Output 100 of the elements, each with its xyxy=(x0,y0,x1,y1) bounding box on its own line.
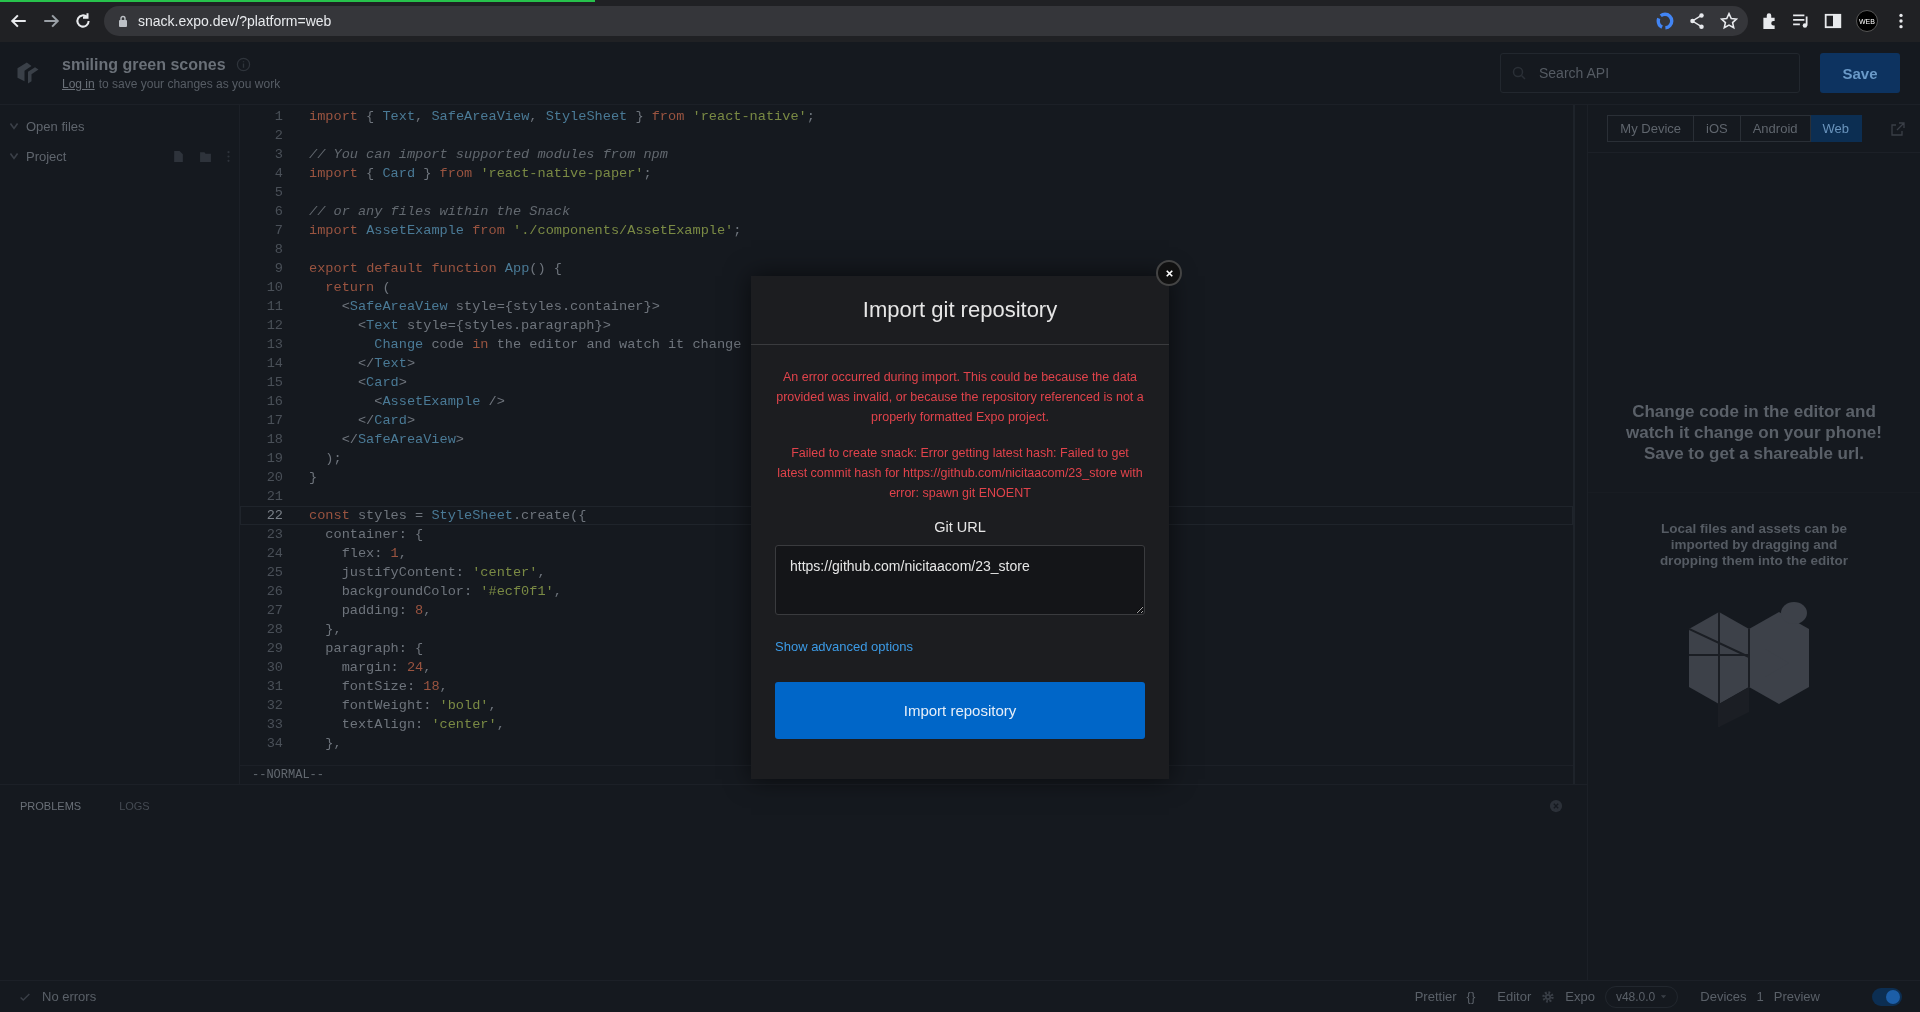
back-icon[interactable] xyxy=(10,12,28,30)
save-button[interactable]: Save xyxy=(1820,53,1900,93)
url-field[interactable]: https://github.com/nicitaacom/23_store xyxy=(775,545,1145,615)
line-number: 28 xyxy=(265,622,283,637)
line-number: 21 xyxy=(265,489,283,504)
code-line: <SafeAreaView style={styles.container}> xyxy=(340,299,660,314)
line-number: 1 xyxy=(273,109,283,124)
preview-label[interactable]: Preview xyxy=(1773,989,1820,1004)
code-line: import AssetExample from './components/AssetExample'; xyxy=(309,223,742,238)
device-tab[interactable]: iOS xyxy=(1694,115,1741,142)
search-icon xyxy=(1511,65,1527,81)
preview-toggle[interactable] xyxy=(1872,987,1902,1006)
forward-icon[interactable] xyxy=(42,12,60,30)
preview-message: Change code in the editor and watch it change on your phone! Save to get a shareable url. xyxy=(1625,401,1883,464)
code-line: const styles = StyleSheet.create({ xyxy=(309,508,587,523)
device-tab[interactable]: Web xyxy=(1810,115,1862,142)
section-header[interactable]: Open files xyxy=(26,118,85,134)
braces-symbol[interactable]: {} xyxy=(1466,989,1476,1004)
g-logo-icon[interactable] xyxy=(1656,12,1674,30)
field-label: Git URL xyxy=(933,519,987,535)
project-title[interactable]: smiling green scones xyxy=(62,55,226,74)
line-number: 4 xyxy=(273,166,283,181)
code-line: </SafeAreaView> xyxy=(340,432,465,447)
login-link[interactable]: Log in xyxy=(62,76,95,91)
line-number: 32 xyxy=(265,698,283,713)
error-message: Failed to create snack: Error getting latest hash: Failed to get latest commit hash for https://github.com/nicitaacom/23_store with error: spawn git ENOENT xyxy=(776,445,1144,502)
reload-icon[interactable] xyxy=(74,12,92,30)
line-number: 20 xyxy=(265,470,283,485)
devices-label[interactable]: Devices xyxy=(1700,989,1747,1004)
code-line: fontWeight: 'bold', xyxy=(340,698,497,713)
advanced-options-link[interactable]: Show advanced options xyxy=(775,639,914,654)
code-line: } xyxy=(309,470,318,485)
code-line: Change code in the editor and watch it change xyxy=(373,337,742,352)
code-line: // You can import supported modules from npm xyxy=(309,147,668,162)
line-number: 10 xyxy=(265,280,283,295)
line-number: 14 xyxy=(265,356,283,371)
line-number: 27 xyxy=(265,603,283,618)
code-line: export default function App() { xyxy=(309,261,562,276)
line-number: 25 xyxy=(265,565,283,580)
code-line: </Text> xyxy=(356,356,416,371)
line-number: 30 xyxy=(265,660,283,675)
line-number: 11 xyxy=(265,299,283,314)
dialog-title: Import git repository xyxy=(751,276,1169,345)
code-line: margin: 24, xyxy=(340,660,432,675)
puzzle-icon[interactable] xyxy=(1760,12,1778,30)
problems-status[interactable]: No errors xyxy=(42,989,97,1004)
line-number: 17 xyxy=(265,413,283,428)
panel-tab[interactable]: PROBLEMS xyxy=(20,800,82,812)
code-line: }, xyxy=(324,736,342,751)
editor-label[interactable]: Editor xyxy=(1497,989,1532,1004)
line-number: 31 xyxy=(265,679,283,694)
caret-icon xyxy=(1660,993,1668,1000)
search-field[interactable]: Search API xyxy=(1500,53,1800,93)
line-number: 7 xyxy=(273,223,283,238)
line-number: 22 xyxy=(265,508,283,523)
line-number: 6 xyxy=(273,204,283,219)
code-line: <AssetExample /> xyxy=(373,394,505,409)
prettier-label[interactable]: Prettier xyxy=(1414,989,1457,1004)
line-number: 16 xyxy=(265,394,283,409)
device-count: 1 xyxy=(1756,989,1764,1004)
line-number: 12 xyxy=(265,318,283,333)
device-tab[interactable]: My Device xyxy=(1607,115,1694,142)
close-icon xyxy=(1163,267,1175,279)
login-hint: to save your changes as you work xyxy=(98,76,281,91)
code-line: textAlign: 'center', xyxy=(340,717,505,732)
line-number: 19 xyxy=(265,451,283,466)
code-line: justifyContent: 'center', xyxy=(340,565,546,580)
lock-icon[interactable] xyxy=(118,15,128,27)
line-number: 13 xyxy=(265,337,283,352)
close-button[interactable] xyxy=(1156,260,1182,286)
code-line: backgroundColor: '#ecf0f1', xyxy=(340,584,562,599)
star-icon[interactable] xyxy=(1720,12,1738,30)
section-header[interactable]: Project xyxy=(26,148,67,164)
editor-mode: --NORMAL-- xyxy=(252,768,324,782)
code-line: <Text style={styles.paragraph}> xyxy=(356,318,611,333)
expo-label: Expo xyxy=(1565,989,1595,1004)
line-number: 29 xyxy=(265,641,283,656)
code-line: // or any files within the Snack xyxy=(309,204,571,219)
address-bar[interactable]: snack.expo.dev/?platform=web xyxy=(104,6,1748,36)
line-number: 3 xyxy=(273,147,283,162)
code-line: container: { xyxy=(324,527,424,542)
line-number: 8 xyxy=(273,242,283,257)
code-line: paragraph: { xyxy=(324,641,424,656)
line-number: 2 xyxy=(273,128,283,143)
share-icon[interactable] xyxy=(1688,12,1706,30)
line-number: 5 xyxy=(273,185,283,200)
code-line: padding: 8, xyxy=(340,603,432,618)
error-message: An error occurred during import. This could be because the data provided was invalid, or because the repository referenced is not a properly formatted Expo project. xyxy=(775,369,1145,426)
line-number: 23 xyxy=(265,527,283,542)
line-number: 15 xyxy=(265,375,283,390)
sidebar-icon[interactable] xyxy=(1824,12,1842,30)
line-number: 26 xyxy=(265,584,283,599)
media-list-icon[interactable] xyxy=(1792,12,1810,30)
import-button[interactable]: Import repository xyxy=(775,682,1145,739)
code-line: <Card> xyxy=(356,375,407,390)
code-line: }, xyxy=(324,622,342,637)
code-line: flex: 1, xyxy=(340,546,407,561)
line-number: 34 xyxy=(265,736,283,751)
device-tab[interactable]: Android xyxy=(1740,115,1811,142)
code-line: </Card> xyxy=(356,413,416,428)
